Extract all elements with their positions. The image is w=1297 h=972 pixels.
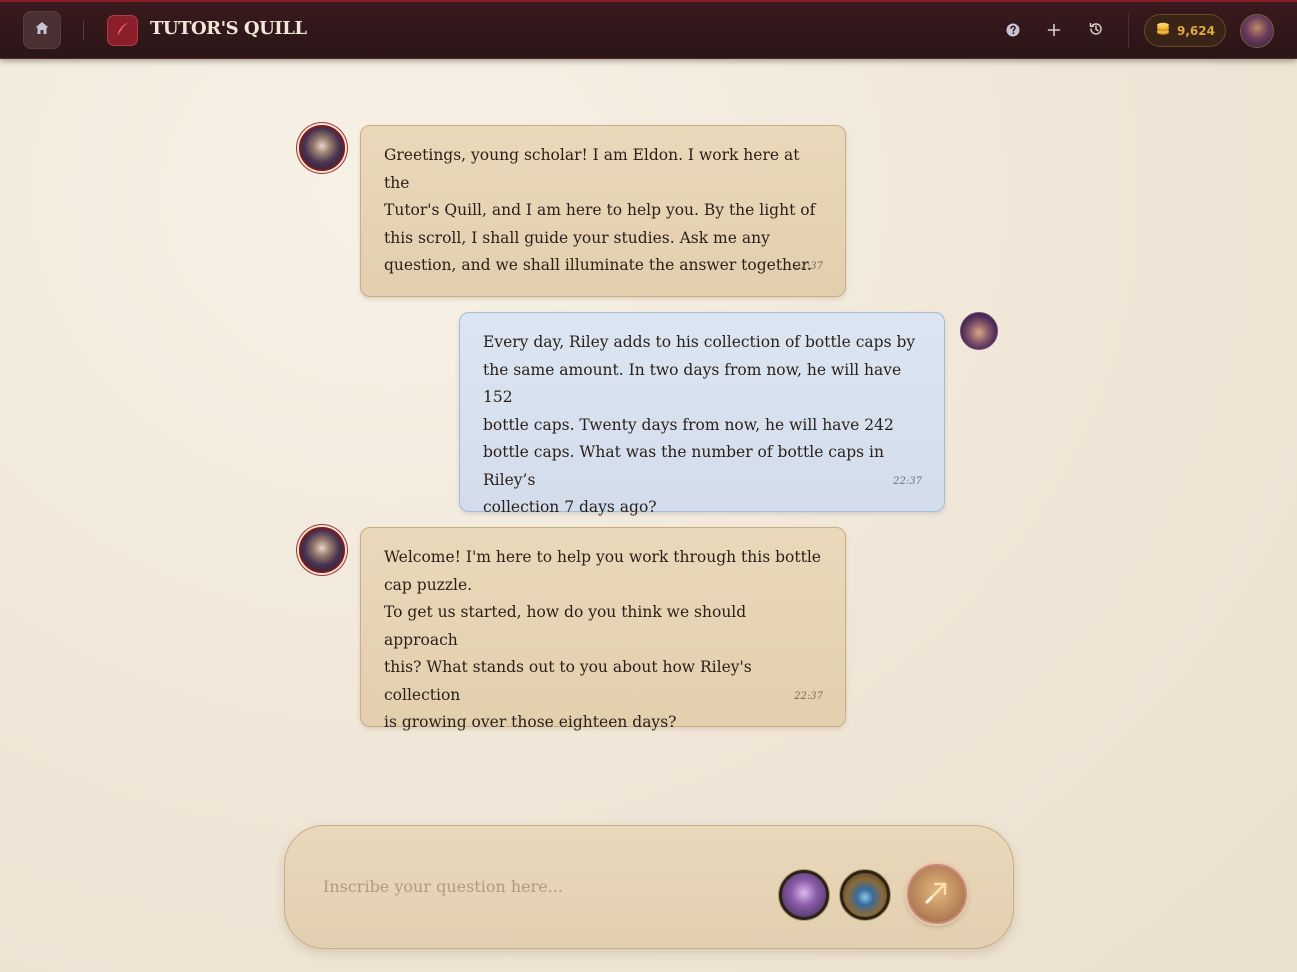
message-line: Every day, Riley adds to his collection … — [483, 333, 916, 351]
message-line: bottle caps. What was the number of bott… — [483, 443, 884, 489]
message-line: this scroll, I shall guide your studies.… — [384, 228, 770, 247]
message-line: the same amount. In two days from now, h… — [483, 360, 902, 407]
history-icon — [1088, 21, 1104, 41]
message-timestamp: 22:37 — [893, 475, 922, 487]
message-composer — [284, 825, 1014, 949]
user-avatar[interactable] — [1240, 14, 1274, 48]
message-timestamp: 22:37 — [794, 690, 823, 702]
quill-icon — [115, 21, 131, 41]
message-line: is growing over those eighteen days? — [384, 713, 677, 731]
tools-button[interactable] — [840, 870, 890, 920]
message-line: this? What stands out to you about how R… — [384, 658, 752, 704]
send-button[interactable] — [907, 864, 967, 924]
tutor-message: Greetings, young scholar! I am Eldon. I … — [360, 125, 846, 297]
help-button[interactable] — [1002, 20, 1024, 42]
tutor-avatar — [299, 125, 345, 171]
new-chat-button[interactable] — [1043, 20, 1065, 42]
app-title: TUTOR'S QUILL — [150, 18, 307, 39]
message-line: bottle caps. Twenty days from now, he wi… — [483, 415, 894, 434]
arrow-send-icon — [922, 877, 952, 911]
plus-icon — [1047, 22, 1061, 41]
message-timestamp: 22:37 — [794, 260, 823, 272]
message-line: Greetings, young scholar! I am Eldon. I … — [384, 146, 800, 192]
message-line: collection 7 days ago? — [483, 498, 657, 516]
header-divider-right — [1128, 14, 1129, 48]
question-input[interactable] — [323, 870, 743, 902]
message-line: To get us started, how do you think we s… — [384, 603, 747, 649]
top-bar: TUTOR'S QUILL 9,624 — [0, 0, 1297, 59]
message-line: Welcome! I'm here to help you work throu… — [384, 548, 821, 566]
logo-badge[interactable] — [107, 15, 138, 46]
history-button[interactable] — [1085, 20, 1107, 42]
user-message: Every day, Riley adds to his collection … — [459, 312, 945, 516]
coin-count: 9,624 — [1177, 23, 1215, 38]
message-line: Tutor's Quill, and I am here to help you… — [384, 201, 816, 219]
home-icon — [34, 20, 50, 40]
tutor-message: Welcome! I'm here to help you work throu… — [360, 527, 846, 731]
coin-balance[interactable]: 9,624 — [1144, 14, 1226, 47]
student-avatar — [960, 312, 998, 350]
message-line: cap puzzle. — [384, 575, 473, 594]
tutor-avatar — [299, 527, 345, 573]
header-divider — [83, 20, 84, 40]
message-line: question, and we shall illuminate the an… — [384, 256, 812, 274]
persona-picker-button[interactable] — [779, 870, 829, 920]
coins-icon — [1155, 21, 1171, 40]
help-icon — [1006, 22, 1020, 41]
home-button[interactable] — [23, 11, 61, 49]
